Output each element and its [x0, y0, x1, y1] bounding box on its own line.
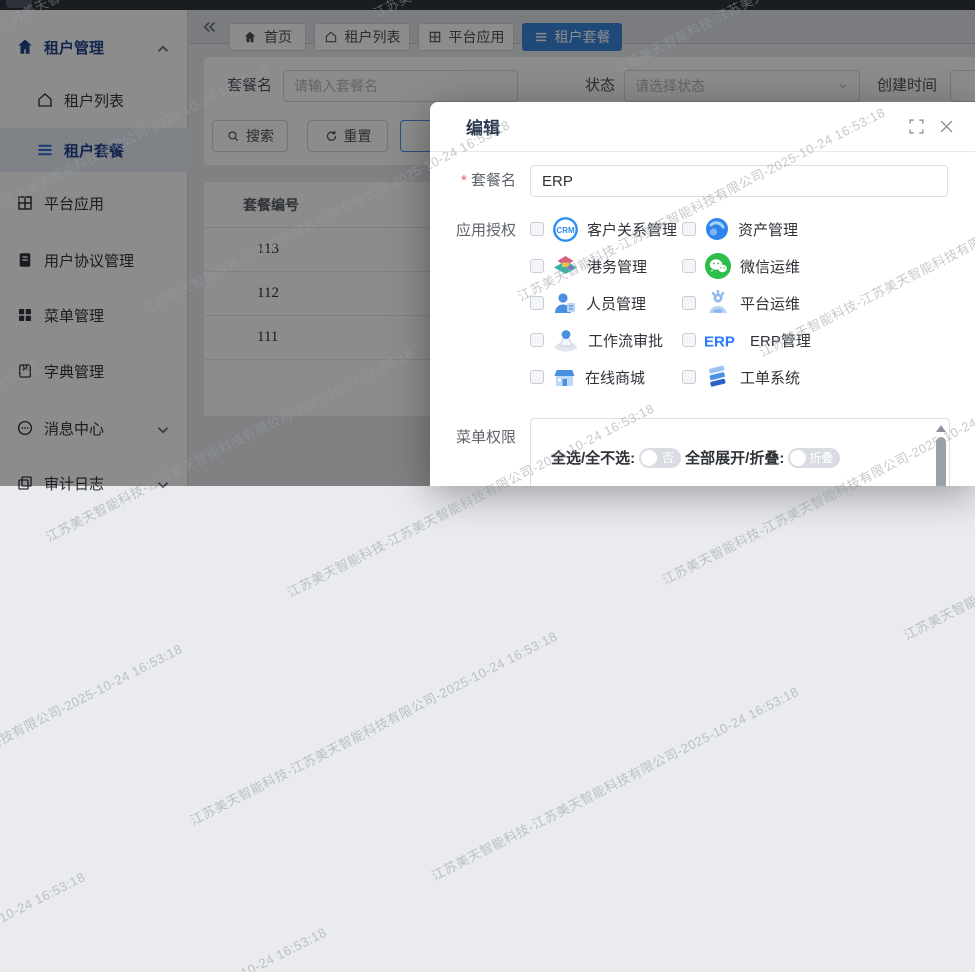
asset-icon: [704, 216, 730, 242]
app-option-port[interactable]: 港务管理: [530, 252, 682, 280]
checkbox[interactable]: [682, 370, 696, 384]
toggle-state-text: 折叠: [809, 449, 833, 466]
package-name-field-label: 套餐名: [440, 171, 516, 191]
app-auth-grid: CRM 客户关系管理 资产管理 港务管理 微信运维 人员: [530, 215, 811, 391]
checkbox[interactable]: [530, 222, 544, 236]
dialog-title: 编辑: [466, 114, 500, 139]
app-auth-label: 应用授权: [440, 221, 516, 241]
wechat-icon: [704, 252, 732, 280]
scroll-up-arrow-icon[interactable]: [936, 425, 946, 432]
platform-ops-icon: [704, 289, 732, 317]
checkbox[interactable]: [530, 259, 544, 273]
edit-dialog: 编辑 套餐名 应用授权 CRM 客户关系管理 资产管理 港务管理: [430, 102, 975, 486]
app-option-workflow[interactable]: 工作流审批: [530, 326, 682, 354]
app-option-work-order[interactable]: 工单系统: [682, 363, 811, 391]
work-order-icon: [704, 364, 732, 391]
port-icon: [552, 253, 579, 279]
select-all-toggle[interactable]: 否: [639, 448, 681, 468]
checkbox[interactable]: [682, 333, 696, 347]
app-option-personnel[interactable]: 人员管理: [530, 289, 682, 317]
online-mall-icon: [552, 365, 577, 390]
app-option-platform-ops[interactable]: 平台运维: [682, 289, 811, 317]
scrollbar[interactable]: [934, 423, 947, 486]
crm-icon: CRM: [552, 216, 579, 243]
expand-collapse-label: 全部展开/折叠:: [685, 447, 784, 468]
menu-tree-controls: 全选/全不选: 否 全部展开/折叠: 折叠: [551, 447, 840, 468]
workflow-icon: [552, 327, 580, 354]
app-option-asset[interactable]: 资产管理: [682, 215, 811, 243]
close-icon[interactable]: [938, 118, 955, 135]
dialog-header: 编辑: [430, 102, 975, 152]
app-option-wechat[interactable]: 微信运维: [682, 252, 811, 280]
expand-collapse-toggle[interactable]: 折叠: [788, 448, 840, 468]
erp-logo-icon: ERP: [704, 327, 742, 353]
checkbox[interactable]: [682, 296, 696, 310]
menu-permission-label: 菜单权限: [440, 428, 516, 448]
checkbox[interactable]: [530, 370, 544, 384]
fullscreen-icon[interactable]: [908, 118, 925, 135]
personnel-icon: [552, 290, 578, 316]
toggle-state-text: 否: [662, 449, 674, 466]
checkbox[interactable]: [682, 222, 696, 236]
svg-text:CRM: CRM: [556, 226, 575, 235]
app-option-online-mall[interactable]: 在线商城: [530, 363, 682, 391]
app-option-erp[interactable]: ERP ERP管理: [682, 326, 811, 354]
scrollbar-thumb[interactable]: [936, 437, 946, 486]
svg-text:ERP: ERP: [704, 334, 735, 351]
checkbox[interactable]: [682, 259, 696, 273]
select-all-label: 全选/全不选:: [551, 447, 635, 468]
app-option-crm[interactable]: CRM 客户关系管理: [530, 215, 682, 243]
menu-permission-tree-box: 全选/全不选: 否 全部展开/折叠: 折叠: [530, 418, 950, 486]
checkbox[interactable]: [530, 333, 544, 347]
package-name-field-input[interactable]: [530, 165, 948, 197]
checkbox[interactable]: [530, 296, 544, 310]
